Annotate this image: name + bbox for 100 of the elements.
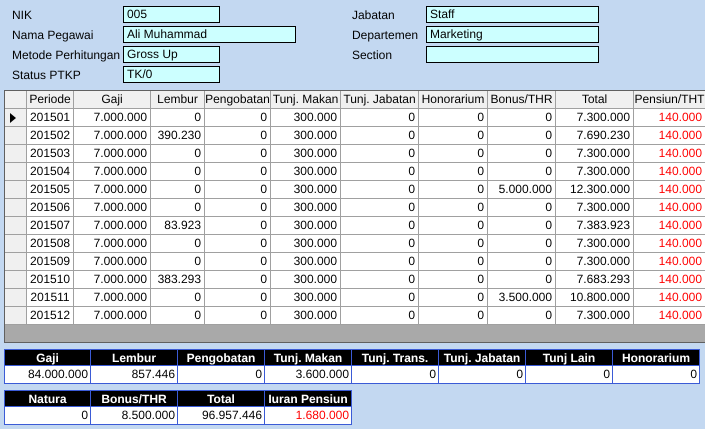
table-cell: 201506 <box>27 199 74 217</box>
summary-value: 3.600.000 <box>265 366 352 384</box>
table-cell: 7.300.000 <box>556 163 634 181</box>
table-cell: 383.293 <box>151 271 205 289</box>
field-label: NIK <box>11 8 34 22</box>
table-cell: 0 <box>419 199 488 217</box>
column-header[interactable]: Pensiun/THT <box>634 91 705 109</box>
table-cell: 300.000 <box>271 127 341 145</box>
table-cell: 0 <box>205 289 271 307</box>
table-cell: 7.000.000 <box>74 289 151 307</box>
row-selector[interactable] <box>5 109 27 127</box>
table-cell: 7.690.230 <box>556 127 634 145</box>
summary-header: Natura <box>4 390 91 407</box>
column-header[interactable]: Tunj. Makan <box>271 91 341 109</box>
table-cell: 140.000 <box>634 109 705 127</box>
table-cell: 7.000.000 <box>74 163 151 181</box>
table-cell: 140.000 <box>634 145 705 163</box>
table-cell: 140.000 <box>634 181 705 199</box>
summary-header: Pengobatan <box>178 349 265 366</box>
table-cell: 7.000.000 <box>74 217 151 235</box>
text-field[interactable]: TK/0 <box>123 66 220 83</box>
table-cell: 0 <box>151 145 205 163</box>
field-label: Departemen <box>351 28 420 42</box>
text-field[interactable]: Staff <box>426 6 599 23</box>
column-header[interactable]: Bonus/THR <box>488 91 556 109</box>
table-cell: 0 <box>341 109 419 127</box>
summary-header: Tunj. Makan <box>265 349 352 366</box>
table-cell: 201503 <box>27 145 74 163</box>
table-cell: 0 <box>151 289 205 307</box>
table-cell: 300.000 <box>271 181 341 199</box>
summary-header: Lembur <box>91 349 178 366</box>
field-label: Metode Perhitungan <box>11 48 122 62</box>
summary-value: 1.680.000 <box>265 407 352 425</box>
table-cell: 0 <box>419 289 488 307</box>
table-cell: 10.800.000 <box>556 289 634 307</box>
table-cell: 140.000 <box>634 127 705 145</box>
table-cell: 0 <box>419 235 488 253</box>
table-cell: 0 <box>205 109 271 127</box>
table-cell: 140.000 <box>634 289 705 307</box>
table-cell: 7.300.000 <box>556 145 634 163</box>
text-field[interactable]: Marketing <box>426 26 599 43</box>
table-cell: 0 <box>341 235 419 253</box>
table-cell: 140.000 <box>634 253 705 271</box>
table-cell: 0 <box>419 145 488 163</box>
text-field[interactable]: Gross Up <box>123 46 220 63</box>
table-cell: 201512 <box>27 307 74 325</box>
table-cell: 7.000.000 <box>74 307 151 325</box>
summary-value: 0 <box>439 366 526 384</box>
column-header[interactable]: Gaji <box>74 91 151 109</box>
table-cell: 0 <box>419 181 488 199</box>
table-cell: 12.300.000 <box>556 181 634 199</box>
table-cell: 0 <box>341 163 419 181</box>
table-cell: 0 <box>205 163 271 181</box>
table-cell: 7.000.000 <box>74 235 151 253</box>
table-cell: 300.000 <box>271 163 341 181</box>
table-cell: 7.000.000 <box>74 199 151 217</box>
table-cell: 7.000.000 <box>74 109 151 127</box>
summary-value: 0 <box>526 366 613 384</box>
summary-value: 857.446 <box>91 366 178 384</box>
table-cell: 7.683.293 <box>556 271 634 289</box>
table-cell: 0 <box>205 145 271 163</box>
table-cell: 140.000 <box>634 163 705 181</box>
text-field[interactable]: 005 <box>123 6 220 23</box>
text-field[interactable] <box>426 46 599 63</box>
table-cell: 0 <box>488 145 556 163</box>
table-cell: 0 <box>205 127 271 145</box>
column-header[interactable]: Pengobatan <box>205 91 271 109</box>
table-cell: 0 <box>151 109 205 127</box>
table-cell: 0 <box>419 253 488 271</box>
table-cell: 0 <box>488 235 556 253</box>
summary-header: Tunj. Trans. <box>352 349 439 366</box>
table-cell: 0 <box>419 307 488 325</box>
table-cell: 0 <box>488 109 556 127</box>
table-cell: 300.000 <box>271 217 341 235</box>
table-cell: 0 <box>488 217 556 235</box>
table-cell: 140.000 <box>634 307 705 325</box>
table-cell: 300.000 <box>271 199 341 217</box>
table-cell: 0 <box>341 307 419 325</box>
table-cell: 140.000 <box>634 235 705 253</box>
table-cell: 0 <box>205 181 271 199</box>
column-header[interactable]: Tunj. Jabatan <box>341 91 419 109</box>
table-cell: 0 <box>341 217 419 235</box>
field-label: Status PTKP <box>11 68 82 82</box>
table-cell: 0 <box>488 127 556 145</box>
column-header[interactable]: Total <box>556 91 634 109</box>
table-cell: 201501 <box>27 109 74 127</box>
table-cell: 300.000 <box>271 289 341 307</box>
table-cell: 0 <box>488 253 556 271</box>
text-field[interactable]: Ali Muhammad <box>123 26 296 43</box>
column-header[interactable]: Lembur <box>151 91 205 109</box>
table-cell: 0 <box>151 181 205 199</box>
field-label: Nama Pegawai <box>11 28 94 42</box>
summary-header: Tunj. Jabatan <box>439 349 526 366</box>
summary-header: Iuran Pensiun <box>265 390 352 407</box>
column-header[interactable]: Periode <box>27 91 74 109</box>
table-cell: 7.000.000 <box>74 271 151 289</box>
summary-header: Gaji <box>4 349 91 366</box>
summary-value: 84.000.000 <box>4 366 91 384</box>
table-cell: 0 <box>205 253 271 271</box>
column-header[interactable]: Honorarium <box>419 91 488 109</box>
